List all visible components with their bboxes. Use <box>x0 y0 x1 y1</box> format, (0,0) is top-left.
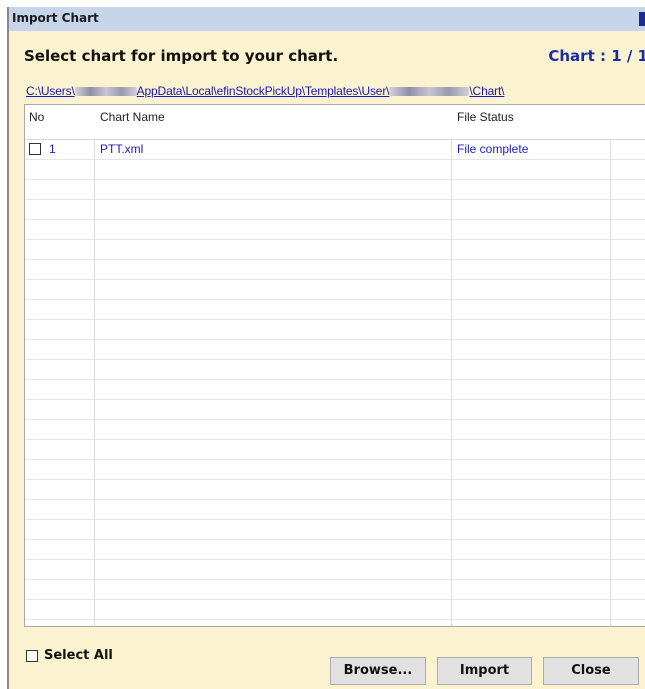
window-title: Import Chart <box>12 11 99 25</box>
row-checkbox[interactable] <box>29 143 41 155</box>
import-chart-window: Import Chart Select chart for import to … <box>7 7 645 689</box>
column-header-no[interactable]: No <box>29 110 44 124</box>
chart-counter: Chart : 1 / 1 <box>548 47 645 65</box>
path-segment-users: C:\Users\ <box>26 84 75 98</box>
path-segment-chart: \Chart\ <box>469 84 505 98</box>
column-divider <box>94 105 95 626</box>
row-chart-name: PTT.xml <box>100 142 144 156</box>
select-all-checkbox[interactable] <box>26 650 38 662</box>
close-icon[interactable] <box>639 12 645 26</box>
row-number: 1 <box>49 142 56 156</box>
import-button[interactable]: Import <box>437 657 532 685</box>
browse-button[interactable]: Browse... <box>330 657 426 685</box>
folder-path-link[interactable]: C:\Users\ AppData\Local\efinStockPickUp\T… <box>26 80 626 98</box>
table-header: No Chart Name File Status <box>25 105 645 140</box>
title-bar[interactable]: Import Chart <box>9 7 645 31</box>
column-divider <box>610 105 611 626</box>
redacted-username <box>74 87 137 97</box>
table-row[interactable]: 1 PTT.xml File complete <box>25 140 645 159</box>
select-all-label: Select All <box>44 648 113 663</box>
column-divider <box>451 105 452 626</box>
column-header-chart-name[interactable]: Chart Name <box>100 110 165 124</box>
row-file-status: File complete <box>457 142 529 156</box>
chart-list-table[interactable]: No Chart Name File Status 1 PTT.xml File… <box>24 104 645 627</box>
redacted-user-id <box>389 87 470 97</box>
page-heading: Select chart for import to your chart. <box>24 47 339 65</box>
column-header-file-status[interactable]: File Status <box>457 110 514 124</box>
path-segment-templates: AppData\Local\efinStockPickUp\Templates\… <box>136 84 390 98</box>
close-button[interactable]: Close <box>543 657 639 685</box>
